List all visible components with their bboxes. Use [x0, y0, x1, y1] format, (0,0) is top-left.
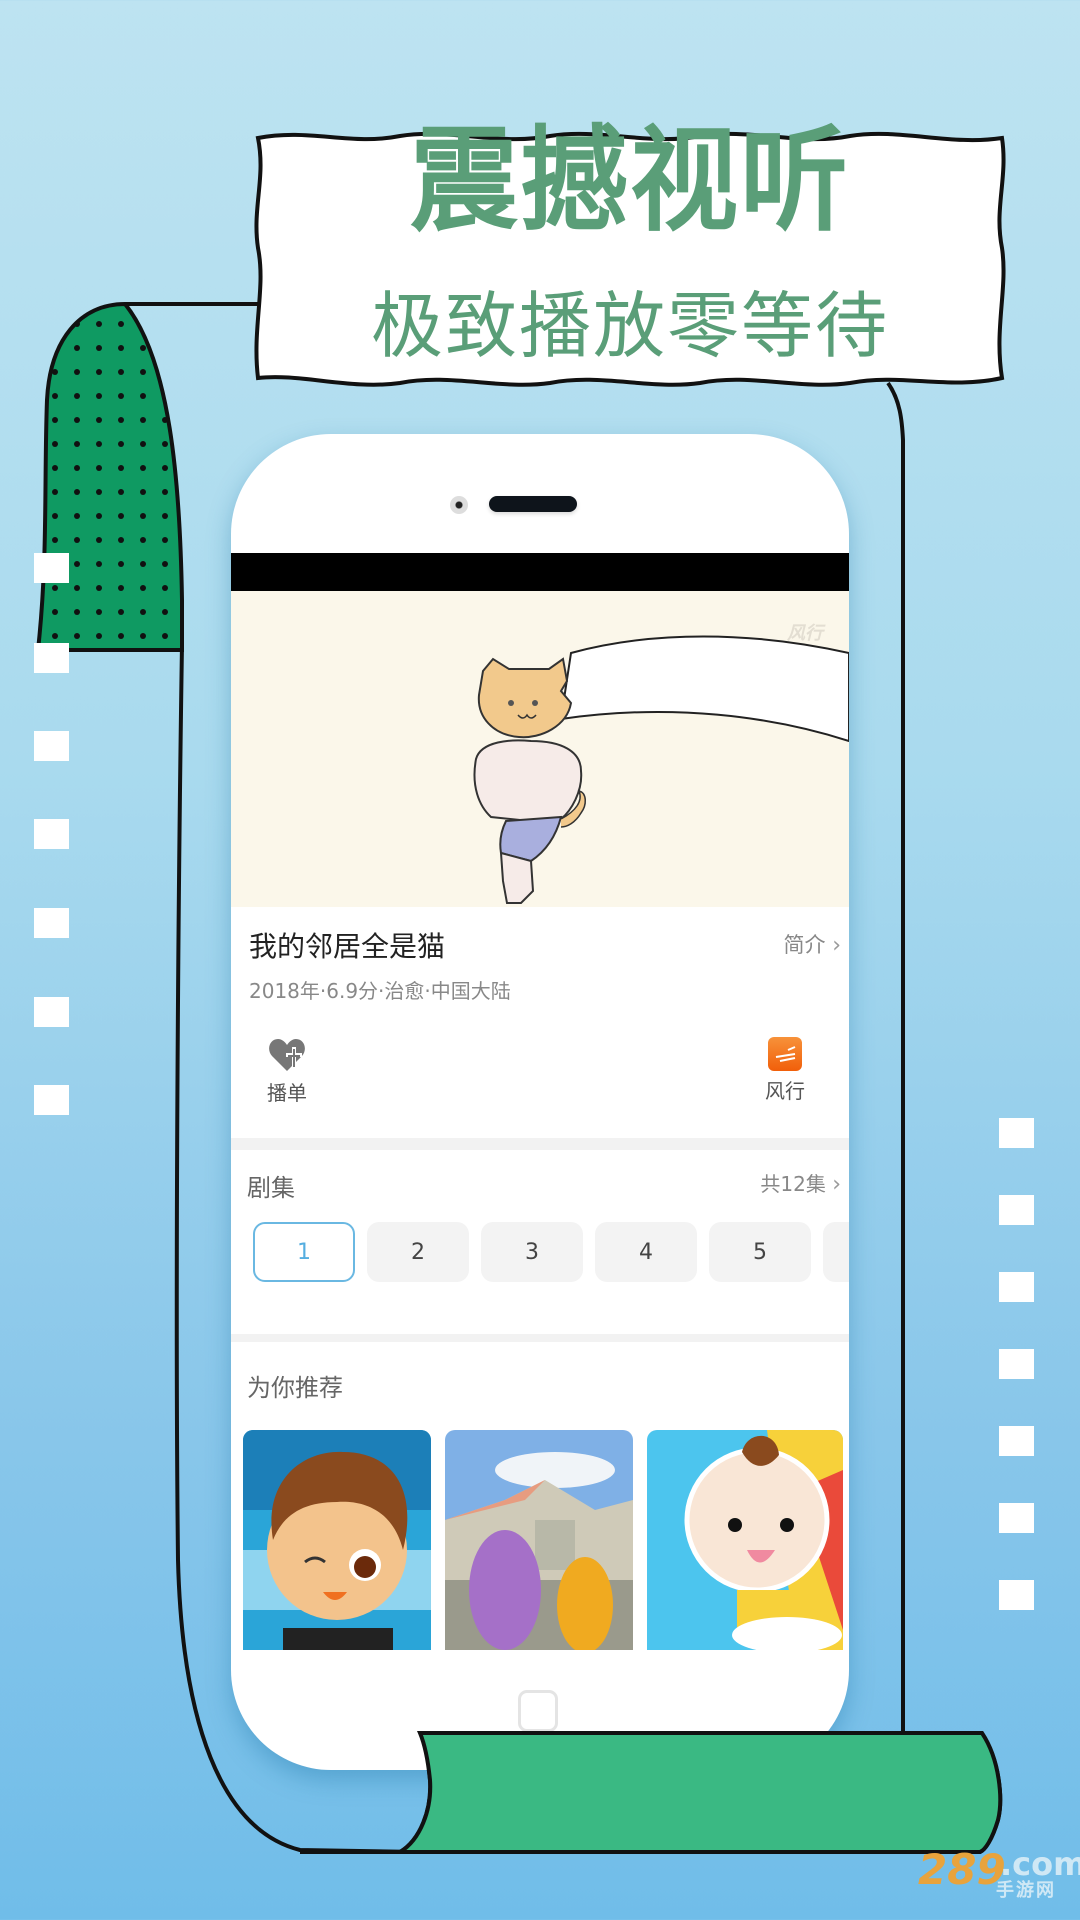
film-hole: [999, 1580, 1034, 1610]
chevron-right-icon: ›: [832, 1172, 841, 1197]
film-hole: [999, 1349, 1034, 1379]
episodes-label: 剧集: [247, 1174, 295, 1202]
film-hole: [999, 1272, 1034, 1302]
logo-subtitle: 手游网: [996, 1880, 1056, 1901]
front-camera: [450, 496, 468, 514]
episode-button-4[interactable]: 4: [595, 1222, 697, 1282]
film-hole: [34, 1085, 69, 1115]
recommend-thumbnail: [243, 1430, 431, 1650]
playlist-button[interactable]: 播单: [257, 1037, 317, 1106]
intro-link-label: 简介: [783, 933, 826, 957]
all-episodes-link[interactable]: 共12集 ›: [760, 1168, 841, 1197]
show-title: 我的邻居全是猫: [249, 930, 446, 963]
chevron-right-icon: ›: [832, 933, 841, 958]
recommend-thumbnail: [445, 1430, 633, 1650]
film-hole: [34, 643, 69, 673]
earpiece-speaker: [489, 496, 577, 512]
video-player[interactable]: 风行: [231, 591, 849, 907]
banner-subheadline: 极致播放零等待: [370, 284, 889, 368]
episode-button-3[interactable]: 3: [481, 1222, 583, 1282]
film-hole: [999, 1118, 1034, 1148]
film-hole: [34, 997, 69, 1027]
episode-button-5[interactable]: 5: [709, 1222, 811, 1282]
recommend-card[interactable]: [647, 1430, 843, 1650]
film-hole: [34, 819, 69, 849]
episode-button-more[interactable]: [823, 1222, 849, 1282]
film-hole: [999, 1426, 1034, 1456]
status-bar: [231, 553, 849, 591]
recommend-card[interactable]: [243, 1430, 431, 1650]
recommend-card[interactable]: [445, 1430, 633, 1650]
episode-button-2[interactable]: 2: [367, 1222, 469, 1282]
video-frame-illustration: [473, 635, 849, 904]
film-hole: [999, 1503, 1034, 1533]
show-meta: 2018年·6.9分·治愈·中国大陆: [249, 979, 511, 1003]
film-hole: [34, 908, 69, 938]
recommend-label: 为你推荐: [247, 1374, 343, 1402]
film-hole: [34, 731, 69, 761]
episode-button-1[interactable]: 1: [253, 1222, 355, 1282]
playlist-label: 播单: [267, 1081, 307, 1105]
home-button[interactable]: [518, 1690, 558, 1732]
intro-link[interactable]: 简介 ›: [784, 929, 842, 959]
recommend-thumbnail: [647, 1430, 843, 1650]
section-divider: [231, 1334, 849, 1342]
section-divider: [231, 1138, 849, 1150]
fengxing-label: 风行: [765, 1079, 805, 1103]
banner-headline: 震撼视听: [409, 115, 850, 248]
film-hole: [999, 1195, 1034, 1225]
fengxing-app-button[interactable]: 风行: [755, 1037, 815, 1104]
all-episodes-label: 共12集: [760, 1172, 826, 1196]
phone-mockup: 风行 我的邻居全是猫 简介 › 2018年·6.9分·治愈·中国大陆 播单 风行…: [231, 434, 849, 1770]
logo-brand: 289: [918, 1845, 1006, 1894]
fengxing-app-icon: [768, 1037, 802, 1071]
video-watermark: 风行: [787, 623, 823, 644]
heart-plus-icon: [269, 1039, 305, 1071]
film-hole: [34, 553, 69, 583]
